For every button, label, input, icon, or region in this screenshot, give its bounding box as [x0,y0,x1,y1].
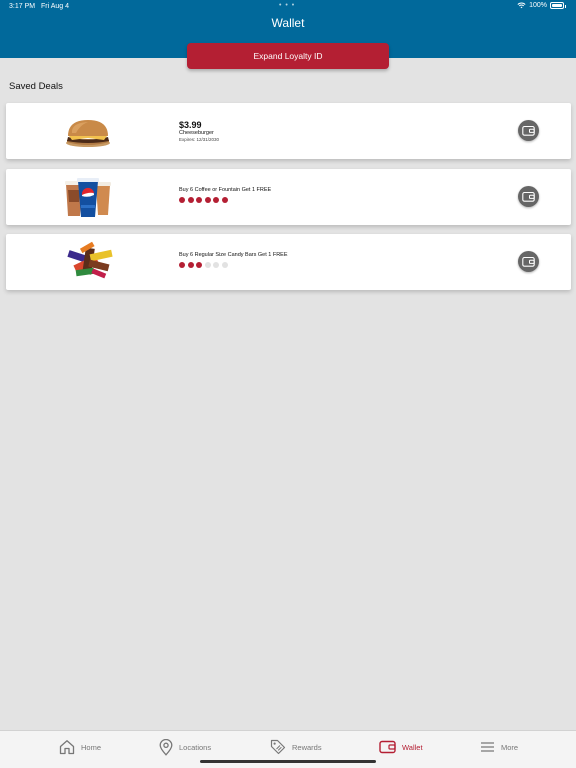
deal-offer-text: Buy 6 Coffee or Fountain Get 1 FREE [179,187,272,193]
status-bar: 3:17 PM Fri Aug 4 • • • 100% [0,0,576,14]
punch-dot [213,262,219,268]
tab-locations[interactable]: Locations [159,738,211,756]
wallet-icon [379,740,396,754]
tab-rewards[interactable]: Rewards [270,738,322,756]
saved-deals-heading: Saved Deals [9,81,63,92]
tab-more[interactable]: More [480,738,518,756]
punch-dot [221,197,228,203]
tab-label: Locations [179,742,212,752]
home-icon [59,740,75,755]
coffee-fountain-drink-image [65,178,111,217]
deal-offer-text: Buy 6 Regular Size Candy Bars Get 1 FREE [179,252,288,258]
cheeseburger-image [66,120,110,147]
punch-dot [179,197,185,203]
punch-dot [187,197,194,203]
punch-dot [196,197,202,203]
punch-dot [204,262,211,268]
menu-icon [481,742,494,752]
tab-home[interactable]: Home [59,738,101,756]
wallet-icon [522,191,535,202]
punch-dot [204,197,211,203]
punch-dot [213,197,219,203]
punch-dot [221,262,228,268]
punch-dot [179,262,185,268]
deal-price: $3.99 [179,120,202,130]
battery-icon [550,2,566,9]
add-to-wallet-button[interactable] [518,120,539,141]
add-to-wallet-button[interactable] [518,251,539,272]
page-title: Wallet [271,16,305,30]
wallet-icon [522,125,535,136]
status-time: 3:17 PM [9,3,36,10]
tag-icon [270,739,286,755]
expand-loyalty-id-button[interactable]: Expand Loyalty ID [187,43,389,69]
tab-label: More [501,742,519,752]
tab-label: Rewards [292,742,322,752]
multitask-dots[interactable]: • • • [279,2,295,9]
tab-label: Home [81,742,102,752]
home-indicator[interactable] [200,760,376,763]
punch-card-progress [179,262,228,268]
candy-bars-image [67,241,113,279]
add-to-wallet-button[interactable] [518,186,539,207]
location-pin-icon [159,738,173,756]
battery-percent: 100% [529,2,547,9]
wallet-icon [522,256,535,267]
deal-expiration: Expires: 12/31/2030 [179,137,220,142]
deal-card-cheeseburger[interactable]: $3.99 Cheeseburger Expires: 12/31/2030 [6,103,571,159]
tab-wallet[interactable]: Wallet [379,738,423,756]
punch-dot [187,262,194,268]
deal-card-candy-bars[interactable]: Buy 6 Regular Size Candy Bars Get 1 FREE [6,234,571,290]
wifi-icon [517,2,526,9]
status-date: Fri Aug 4 [41,3,70,10]
punch-dot [196,262,202,268]
deal-card-coffee-fountain[interactable]: Buy 6 Coffee or Fountain Get 1 FREE [6,169,571,225]
tab-label: Wallet [402,742,423,752]
deal-item-name: Cheeseburger [179,130,214,136]
punch-card-progress [179,197,228,203]
